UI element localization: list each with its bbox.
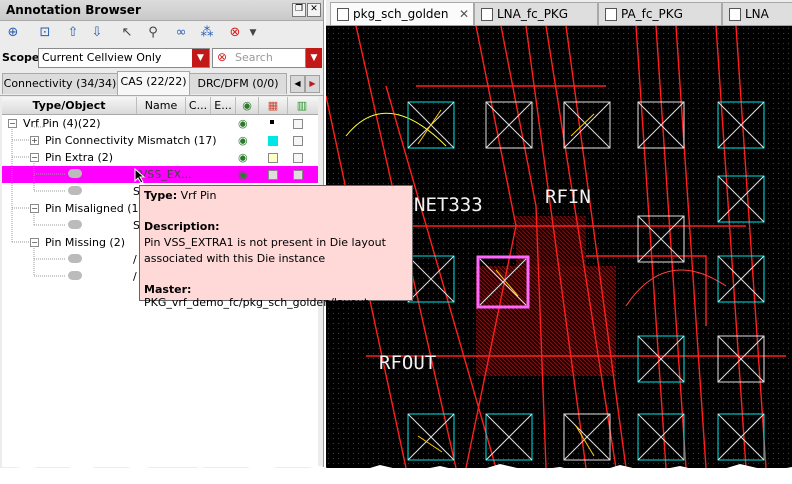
search-icon[interactable]: ⚲ bbox=[144, 24, 162, 42]
eye-icon[interactable]: ◉ bbox=[238, 166, 248, 183]
tab-pkg-sch-golden[interactable]: pkg_sch_golden ✕ bbox=[330, 2, 474, 25]
column-type-object[interactable]: Type/Object bbox=[2, 97, 137, 114]
column-name[interactable]: Name bbox=[137, 97, 186, 114]
pad bbox=[637, 335, 685, 383]
pad bbox=[717, 255, 765, 303]
search-clear-icon[interactable]: ⊗ bbox=[217, 50, 227, 64]
red-arc bbox=[625, 269, 727, 307]
mouse-cursor-icon bbox=[134, 168, 146, 184]
net-label-net333: NET333 bbox=[414, 194, 483, 216]
document-tabbar: pkg_sch_golden ✕ LNA_fc_PKG PA_fc_PKG LN… bbox=[326, 0, 792, 26]
search-options-icon[interactable]: ▼ bbox=[306, 48, 322, 68]
pad bbox=[407, 413, 455, 461]
column-e[interactable]: E... bbox=[211, 97, 236, 114]
dropdown-arrow-icon[interactable]: ▼ bbox=[244, 24, 262, 42]
color-swatch-icon[interactable] bbox=[268, 136, 278, 146]
panel-title: Annotation Browser bbox=[6, 3, 141, 17]
tooltip-description-line1: Pin VSS_EXTRA1 is not present in Die lay… bbox=[144, 236, 386, 249]
search-field[interactable]: ⊗ Search bbox=[212, 48, 306, 68]
select-icon[interactable]: ↖ bbox=[118, 24, 136, 42]
tab-pa-fc-pkg[interactable]: PA_fc_PKG bbox=[598, 2, 722, 25]
tooltip-description-line2: associated with this Die instance bbox=[144, 252, 326, 265]
tab-bar: Connectivity (34/34) CAS (22/22) DRC/DFM… bbox=[0, 71, 323, 96]
down-arrow-icon[interactable]: ⇩ bbox=[88, 24, 106, 42]
scope-select[interactable]: Current Cellview Only ▼ bbox=[38, 48, 210, 68]
tooltip-type-value: Vrf Pin bbox=[180, 189, 217, 202]
pad bbox=[717, 413, 765, 461]
eye-icon[interactable]: ◉ bbox=[238, 149, 248, 166]
column-highlight-icon[interactable]: ▥ bbox=[288, 97, 316, 114]
color-swatch-icon[interactable] bbox=[268, 170, 278, 180]
tab-lna[interactable]: LNA bbox=[722, 2, 792, 25]
float-icon[interactable]: ❐ bbox=[292, 3, 306, 17]
eye-icon[interactable]: ◉ bbox=[238, 115, 248, 132]
tab-scroll-right-icon[interactable]: ▶ bbox=[305, 75, 320, 93]
scope-row: Scope: Current Cellview Only ▼ ⊗ Search … bbox=[0, 46, 323, 70]
tab-label: pkg_sch_golden bbox=[353, 7, 449, 21]
checkbox-icon[interactable] bbox=[293, 136, 303, 146]
unlink-icon[interactable]: ⁂ bbox=[198, 24, 216, 42]
column-visibility-icon[interactable]: ◉ bbox=[236, 97, 259, 114]
tab-label: LNA bbox=[745, 7, 769, 21]
tree-connector-lines bbox=[11, 126, 66, 277]
checkbox-icon[interactable] bbox=[293, 170, 303, 180]
tooltip-description-label: Description: bbox=[144, 220, 220, 233]
annotation-tooltip: Type: Vrf Pin Description: Pin VSS_EXTRA… bbox=[139, 185, 413, 309]
layout-doc-icon bbox=[481, 8, 493, 21]
pad bbox=[563, 101, 611, 149]
panel-titlebar: Annotation Browser ❐ ✕ bbox=[0, 0, 323, 21]
delete-icon[interactable]: ⊗ bbox=[226, 24, 244, 42]
pad bbox=[485, 101, 533, 149]
color-swatch-icon[interactable] bbox=[268, 153, 278, 163]
net-label-rfout: RFOUT bbox=[379, 352, 437, 374]
layout-doc-icon bbox=[337, 8, 349, 21]
link-icon[interactable]: ∞ bbox=[172, 24, 190, 42]
pad bbox=[485, 413, 533, 461]
tree-label: / bbox=[133, 253, 137, 266]
zoom-fit-icon[interactable]: ⊡ bbox=[36, 24, 54, 42]
torn-edge bbox=[0, 464, 792, 484]
layout-doc-icon bbox=[729, 8, 741, 21]
pad bbox=[407, 255, 455, 303]
tree-header: Type/Object Name C... E... ◉ ▦ ▥ bbox=[2, 97, 318, 115]
tab-close-icon[interactable]: ✕ bbox=[459, 3, 469, 25]
tab-label: LNA_fc_PKG bbox=[497, 7, 569, 21]
checkbox-icon[interactable] bbox=[293, 119, 303, 129]
yellow-arc bbox=[345, 112, 447, 147]
scope-value: Current Cellview Only bbox=[42, 51, 162, 64]
layout-doc-icon bbox=[605, 8, 617, 21]
tab-lna-fc-pkg[interactable]: LNA_fc_PKG bbox=[474, 2, 598, 25]
pad bbox=[637, 215, 685, 263]
checkbox-icon[interactable] bbox=[293, 153, 303, 163]
column-c[interactable]: C... bbox=[186, 97, 211, 114]
pad bbox=[717, 335, 765, 383]
pad bbox=[637, 413, 685, 461]
pad bbox=[717, 175, 765, 223]
tab-scroll-left-icon[interactable]: ◀ bbox=[290, 75, 305, 93]
tab-label: PA_fc_PKG bbox=[621, 7, 683, 21]
toolbar: ⊕ ⊡ ⇧ ⇩ ↖ ⚲ ∞ ⁂ ⊗ ▼ bbox=[0, 21, 323, 45]
eye-icon[interactable]: ◉ bbox=[238, 132, 248, 149]
tab-cas[interactable]: CAS (22/22) bbox=[117, 71, 190, 95]
color-swatch-icon[interactable] bbox=[270, 120, 274, 124]
tooltip-master-value: PKG_vrf_demo_fc/pkg_sch_golden/layout bbox=[144, 296, 369, 309]
chevron-down-icon[interactable]: ▼ bbox=[192, 49, 209, 67]
close-icon[interactable]: ✕ bbox=[307, 3, 321, 17]
tab-drc-dfm[interactable]: DRC/DFM (0/0) bbox=[189, 73, 287, 94]
pad bbox=[563, 413, 611, 461]
tooltip-type-label: Type: bbox=[144, 189, 178, 202]
tab-connectivity[interactable]: Connectivity (34/34) bbox=[2, 73, 118, 94]
up-arrow-icon[interactable]: ⇧ bbox=[64, 24, 82, 42]
search-placeholder: Search bbox=[235, 51, 273, 64]
target-icon[interactable]: ⊕ bbox=[4, 24, 22, 42]
tooltip-master-label: Master: bbox=[144, 283, 192, 296]
tree-label: / bbox=[133, 270, 137, 283]
net-label-rfin: RFIN bbox=[545, 186, 591, 208]
column-color-icon[interactable]: ▦ bbox=[259, 97, 288, 114]
